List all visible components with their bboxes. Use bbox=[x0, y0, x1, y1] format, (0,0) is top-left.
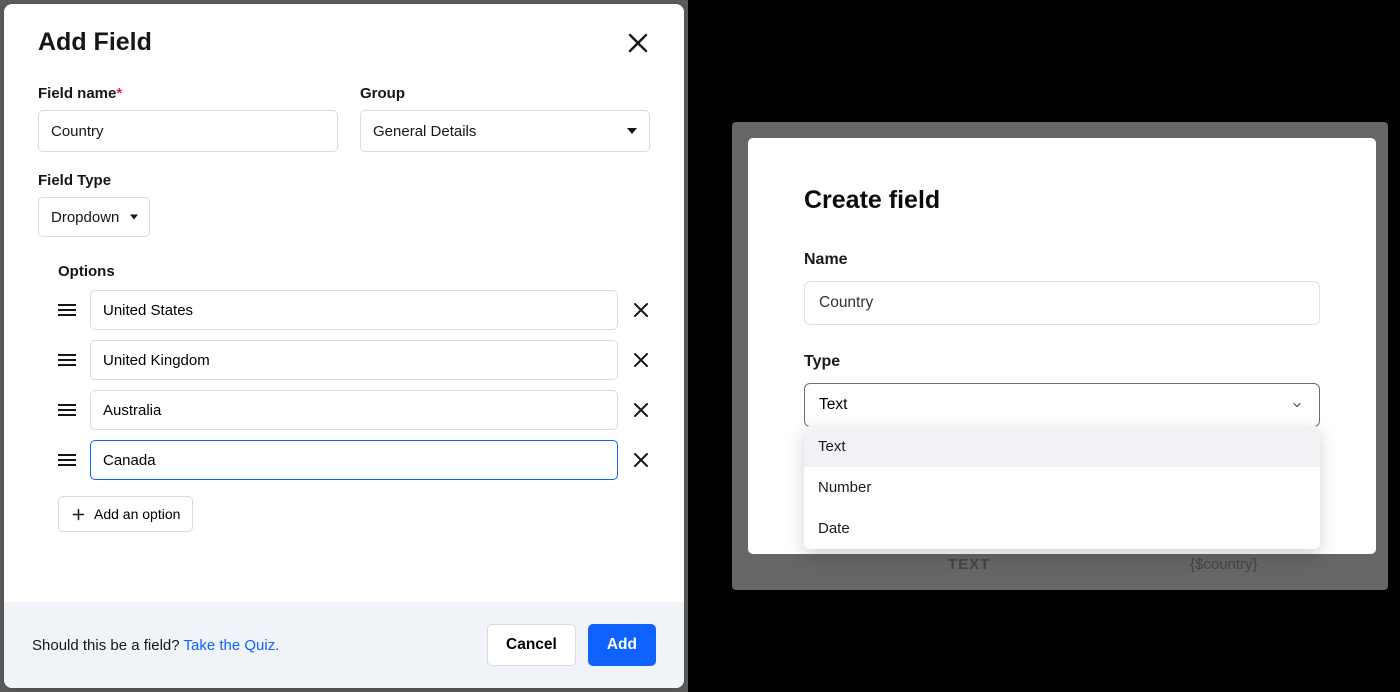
remove-option-icon[interactable] bbox=[632, 451, 650, 469]
caret-down-icon bbox=[627, 128, 637, 134]
panel-title: Create field bbox=[804, 186, 1320, 215]
cancel-button[interactable]: Cancel bbox=[487, 624, 576, 666]
type-label: Type bbox=[804, 353, 1320, 371]
field-type-label: Field Type bbox=[38, 172, 650, 189]
field-name-label: Field name* bbox=[38, 85, 338, 102]
bg-hint-text: TEXT bbox=[948, 556, 990, 573]
type-option[interactable]: Number bbox=[804, 467, 1320, 508]
field-type-select[interactable]: Dropdown bbox=[38, 197, 150, 237]
option-input[interactable] bbox=[90, 390, 618, 430]
name-label: Name bbox=[804, 251, 1320, 269]
footer-help-text: Should this be a field? Take the Quiz. bbox=[32, 637, 279, 654]
option-row bbox=[58, 290, 650, 330]
option-input[interactable] bbox=[90, 340, 618, 380]
group-label: Group bbox=[360, 85, 650, 102]
name-input[interactable] bbox=[804, 281, 1320, 325]
options-label: Options bbox=[58, 263, 650, 280]
chevron-down-icon bbox=[1291, 399, 1303, 411]
type-select[interactable]: Text bbox=[804, 383, 1320, 427]
group-select[interactable]: General Details bbox=[360, 110, 650, 152]
option-input[interactable] bbox=[90, 290, 618, 330]
close-icon[interactable] bbox=[626, 31, 650, 55]
group-select-value: General Details bbox=[373, 123, 476, 140]
option-row bbox=[58, 340, 650, 380]
remove-option-icon[interactable] bbox=[632, 301, 650, 319]
caret-down-icon bbox=[130, 215, 138, 220]
field-type-value: Dropdown bbox=[51, 209, 119, 226]
type-option[interactable]: Date bbox=[804, 508, 1320, 549]
take-quiz-link[interactable]: Take the Quiz. bbox=[184, 637, 280, 654]
bg-hint-text: {$country} bbox=[1190, 556, 1258, 573]
add-option-label: Add an option bbox=[94, 506, 180, 522]
remove-option-icon[interactable] bbox=[632, 351, 650, 369]
add-field-modal: Add Field Field name* Group General Deta… bbox=[4, 4, 684, 688]
drag-handle-icon[interactable] bbox=[58, 453, 76, 467]
option-input[interactable] bbox=[90, 440, 618, 480]
type-option[interactable]: Text bbox=[804, 426, 1320, 467]
drag-handle-icon[interactable] bbox=[58, 303, 76, 317]
add-option-button[interactable]: Add an option bbox=[58, 496, 193, 532]
option-row bbox=[58, 440, 650, 480]
plus-icon bbox=[71, 507, 86, 522]
modal-title: Add Field bbox=[38, 28, 152, 57]
remove-option-icon[interactable] bbox=[632, 401, 650, 419]
field-name-input[interactable] bbox=[38, 110, 338, 152]
drag-handle-icon[interactable] bbox=[58, 403, 76, 417]
type-select-value: Text bbox=[819, 396, 847, 414]
create-field-panel: Create field Name Type Text Text Number … bbox=[748, 138, 1376, 554]
add-button[interactable]: Add bbox=[588, 624, 656, 666]
option-row bbox=[58, 390, 650, 430]
drag-handle-icon[interactable] bbox=[58, 353, 76, 367]
type-dropdown: Text Number Date bbox=[804, 426, 1320, 549]
